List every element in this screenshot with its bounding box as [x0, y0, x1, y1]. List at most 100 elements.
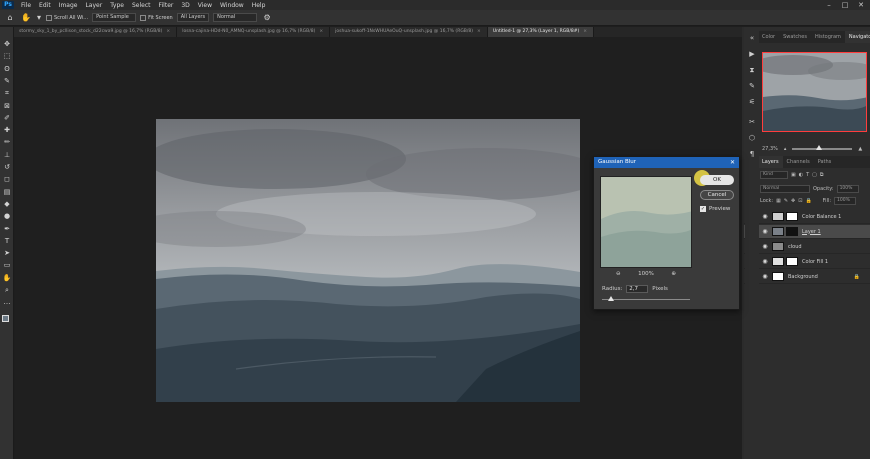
frame-icon[interactable]: ⊠ — [2, 101, 12, 111]
filter-smart-icon[interactable]: ⧉ — [820, 172, 824, 178]
gradient-icon[interactable]: ▤ — [2, 187, 12, 197]
tab-swatches[interactable]: Swatches — [779, 31, 811, 43]
chevron-down-icon[interactable]: ▾ — [36, 13, 42, 23]
menu-window[interactable]: Window — [216, 2, 248, 9]
dialog-title-bar[interactable]: Gaussian Blur ✕ — [594, 157, 739, 168]
filter-pixel-icon[interactable]: ▣ — [791, 172, 796, 178]
radius-input[interactable]: 2,7 — [626, 285, 649, 293]
menu-filter[interactable]: Filter — [155, 2, 178, 9]
menu-select[interactable]: Select — [128, 2, 155, 9]
layer-mask-thumbnail[interactable] — [786, 212, 798, 221]
dodge-icon[interactable]: ● — [2, 211, 12, 221]
all-layers-dropdown[interactable]: All Layers — [176, 13, 210, 22]
document-tab[interactable]: joshua-sukoff-1NsWHUAeOuQ-unsplash.jpg @… — [330, 27, 488, 37]
settings-icon[interactable]: ⚙ — [261, 13, 273, 23]
layer-mask-thumbnail[interactable] — [786, 257, 798, 266]
brush-icon[interactable]: ✏ — [2, 137, 12, 147]
radius-slider-knob[interactable] — [608, 296, 614, 301]
layer-row[interactable]: ◉ Color Fill 1 — [744, 255, 870, 269]
visibility-eye-icon[interactable]: ◉ — [760, 243, 770, 250]
hand-icon[interactable]: ✋ — [2, 273, 12, 283]
home-icon[interactable]: ⌂ — [4, 13, 16, 23]
tab-channels[interactable]: Channels — [783, 156, 814, 168]
quick-select-icon[interactable]: ✎ — [2, 76, 12, 86]
menu-type[interactable]: Type — [106, 2, 128, 9]
slider-knob[interactable] — [816, 145, 823, 150]
blur-icon[interactable]: ◆ — [2, 199, 12, 209]
menu-edit[interactable]: Edit — [35, 2, 55, 9]
layer-thumbnail[interactable] — [772, 272, 784, 281]
layer-row[interactable]: ◉ Layer 1 — [744, 225, 870, 239]
more-icon[interactable]: … — [2, 297, 12, 307]
minimize-button[interactable]: – — [822, 0, 836, 10]
radius-slider[interactable] — [602, 296, 690, 301]
visibility-eye-icon[interactable]: ◉ — [760, 228, 770, 235]
history-brush-icon[interactable]: ↺ — [2, 162, 12, 172]
stamp-icon[interactable]: ⊥ — [2, 150, 12, 160]
menu-layer[interactable]: Layer — [81, 2, 106, 9]
scroll-all-windows-checkbox[interactable]: Scroll All Wi... — [46, 14, 88, 21]
tab-close-icon[interactable]: × — [477, 29, 481, 34]
marquee-icon[interactable]: ⬚ — [2, 51, 12, 61]
brush-settings-icon[interactable]: ✎ — [747, 81, 757, 91]
layer-lock-icon[interactable]: 🔒 — [854, 274, 860, 280]
layer-row[interactable]: ◉ Background 🔒 — [744, 270, 870, 284]
foreground-color-swatch[interactable] — [2, 315, 9, 322]
blend-mode-dropdown[interactable]: Normal — [213, 13, 258, 22]
layer-mask-thumbnail[interactable] — [786, 227, 798, 236]
healing-icon[interactable]: ✚ — [2, 125, 12, 135]
lock-paint-icon[interactable]: ✎ — [784, 198, 788, 204]
layer-thumbnail[interactable] — [772, 212, 784, 221]
lock-all-icon[interactable]: 🔒 — [805, 198, 811, 204]
menu-view[interactable]: View — [194, 2, 216, 9]
tab-layers[interactable]: Layers — [758, 156, 783, 168]
dialog-close-icon[interactable]: ✕ — [730, 157, 735, 168]
fill-field[interactable]: 100% — [834, 197, 857, 205]
play-icon[interactable]: ▶ — [747, 49, 757, 59]
layer-thumbnail[interactable] — [772, 242, 784, 251]
move-icon[interactable]: ✥ — [2, 39, 12, 49]
tab-navigator[interactable]: Navigator — [844, 31, 870, 43]
pen-icon[interactable]: ✒ — [2, 224, 12, 234]
layer-blend-dropdown[interactable]: Normal — [760, 185, 810, 193]
preview-checkbox[interactable]: ✓ Preview — [700, 206, 730, 212]
ok-button[interactable]: OK — [700, 175, 734, 185]
hand-tool-icon[interactable]: ✋ — [20, 13, 32, 23]
lock-pixels-icon[interactable]: ▦ — [776, 198, 781, 204]
zoom-in-large-icon[interactable]: ▲ — [858, 146, 862, 152]
filter-shape-icon[interactable]: ▢ — [812, 172, 817, 178]
expand-panels-icon[interactable]: « — [747, 33, 757, 43]
lock-artboard-icon[interactable]: ⊡ — [798, 198, 802, 204]
adjustments-icon[interactable]: ✂ — [747, 117, 757, 127]
filter-adjust-icon[interactable]: ◐ — [799, 172, 803, 178]
menu-help[interactable]: Help — [248, 2, 270, 9]
filter-type-icon[interactable]: T — [806, 172, 809, 178]
lasso-icon[interactable]: ʘ — [2, 64, 12, 74]
menu-image[interactable]: Image — [55, 2, 82, 9]
type-icon[interactable]: T — [2, 236, 12, 246]
tab-color[interactable]: Color — [758, 31, 779, 43]
photoshop-logo-icon[interactable]: Ps — [2, 1, 14, 9]
visibility-eye-icon[interactable]: ◉ — [760, 213, 770, 220]
close-window-button[interactable]: ✕ — [854, 0, 868, 10]
libraries-icon[interactable]: ⬡ — [747, 133, 757, 143]
tab-paths[interactable]: Paths — [814, 156, 836, 168]
layer-thumbnail[interactable] — [772, 227, 784, 236]
visibility-eye-icon[interactable]: ◉ — [760, 273, 770, 280]
navigator-preview[interactable] — [762, 52, 867, 132]
zoom-icon[interactable]: ⌕ — [2, 285, 12, 295]
eraser-icon[interactable]: ◻ — [2, 174, 12, 184]
menu-file[interactable]: File — [17, 2, 35, 9]
history-icon[interactable]: ⧗ — [747, 65, 757, 75]
crop-icon[interactable]: ⌗ — [2, 88, 12, 98]
filter-kind-dropdown[interactable]: Kind — [760, 171, 788, 179]
eyedropper-icon[interactable]: ✐ — [2, 113, 12, 123]
zoom-in-icon[interactable]: ⊕ — [671, 271, 676, 277]
opacity-field[interactable]: 100% — [836, 185, 859, 193]
cancel-button[interactable]: Cancel — [700, 190, 734, 200]
tab-close-icon[interactable]: × — [583, 29, 587, 34]
properties-icon[interactable]: ⚟ — [747, 97, 757, 107]
menu-3d[interactable]: 3D — [177, 2, 193, 9]
document-tab[interactable]: stormy_sky_1_by_pcllison_stock_d22cwa9.j… — [14, 27, 178, 37]
tab-close-icon[interactable]: × — [319, 29, 323, 34]
